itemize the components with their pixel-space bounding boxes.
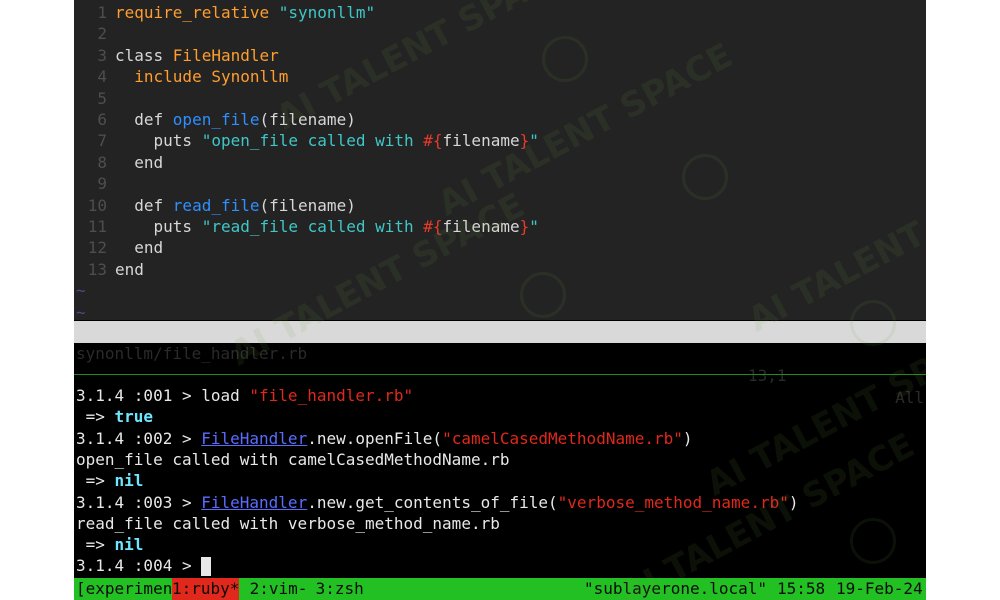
shell-line: read_file called with verbose_method_nam…	[76, 513, 500, 534]
line-number: 9	[97, 174, 107, 194]
watermark-logo-icon	[850, 300, 896, 346]
code-token: "open_file called with	[201, 131, 424, 151]
editor-line[interactable]: 4 include Synonllm	[74, 66, 288, 87]
code-token: end	[115, 259, 144, 279]
line-number: 8	[97, 152, 107, 172]
text-cursor[interactable]	[201, 557, 212, 577]
watermark-logo-icon	[682, 154, 728, 200]
empty-buffer-tilde: ~	[76, 281, 86, 301]
shell-token: 3.1.4 :004 >	[76, 556, 202, 576]
code-token: end	[115, 152, 164, 172]
code-token: read_file	[172, 195, 260, 215]
code-token: "read_file called with	[201, 217, 424, 236]
shell-token: .new.get_contents_of_file(	[307, 492, 558, 512]
tmux-date: 19-Feb-24	[836, 579, 923, 598]
shell-token: FileHandler	[201, 428, 308, 448]
shell-token: "camelCasedMethodName.rb"	[442, 428, 683, 448]
shell-token: 3.1.4 :003 >	[76, 492, 202, 512]
line-number: 5	[97, 88, 107, 108]
editor-line[interactable]: 13 end	[74, 259, 144, 280]
editor-line[interactable]: 7 puts "open_file called with #{filename…	[74, 130, 539, 151]
code-token: Synonllm	[211, 67, 289, 87]
shell-line: open_file called with camelCasedMethodNa…	[76, 449, 509, 470]
editor-line[interactable]: 8 end	[74, 152, 163, 173]
code-token: #{	[423, 131, 443, 151]
shell-token: 3.1.4 :002 >	[76, 428, 202, 448]
shell-line: 3.1.4 :002 > FileHandler.new.openFile("c…	[76, 428, 693, 449]
line-number: 6	[97, 110, 107, 129]
editor-line[interactable]: 12 end	[74, 237, 163, 258]
tmux-window-ruby[interactable]: 1:ruby*	[172, 578, 240, 600]
code-token: (filename)	[259, 195, 356, 215]
code-token: FileHandler	[172, 45, 279, 65]
pane-divider[interactable]	[74, 374, 926, 375]
line-number: 3	[97, 45, 107, 65]
tmux-window-vim[interactable]: 2:vim-	[240, 578, 308, 600]
code-token: end	[115, 238, 164, 258]
shell-token: nil	[114, 471, 144, 491]
editor-line[interactable]: 10 def read_file(filename)	[74, 195, 356, 216]
line-number: 2	[97, 24, 107, 44]
watermark-logo-icon	[850, 518, 896, 564]
tmux-window-zsh[interactable]: 3:zsh	[306, 578, 364, 600]
code-token: include	[115, 67, 212, 87]
code-token: require_relative	[115, 3, 279, 22]
editor-line[interactable]: 2	[74, 23, 115, 44]
shell-token: "file_handler.rb"	[249, 386, 414, 405]
shell-line: 3.1.4 :003 > FileHandler.new.get_content…	[76, 492, 798, 513]
line-number: 10	[87, 195, 107, 215]
shell-token: true	[114, 407, 154, 427]
shell-line: 3.1.4 :004 >	[76, 555, 212, 577]
vim-status-line: synonllm/file_handler.rb 13,1 All	[74, 321, 926, 407]
code-token: def	[115, 195, 173, 215]
line-number: 11	[87, 217, 107, 236]
code-token: def	[115, 110, 173, 129]
shell-line: => nil	[76, 470, 144, 491]
shell-token: =>	[76, 535, 115, 555]
shell-token: FileHandler	[201, 492, 308, 512]
shell-token: )	[682, 428, 693, 448]
editor-line[interactable]: 9	[74, 173, 115, 194]
watermark-logo-icon	[520, 272, 566, 318]
tmux-status-bar: [experimen 1:ruby* 2:vim- 3:zsh "sublaye…	[74, 578, 926, 600]
shell-token: nil	[114, 535, 144, 555]
shell-token: open_file called with camelCasedMethodNa…	[76, 449, 510, 469]
terminal-window[interactable]: 1 require_relative "synonllm" 2 3 class File…	[74, 0, 926, 600]
vim-status-cursor-position: 13,1	[748, 366, 787, 385]
line-number: 7	[97, 131, 107, 151]
shell-line: => true	[76, 406, 153, 427]
editor-line[interactable]: 3 class FileHandler	[74, 45, 279, 66]
code-token: class	[115, 45, 173, 65]
shell-token: .new.openFile(	[307, 428, 443, 448]
shell-token: =>	[76, 407, 115, 427]
editor-line[interactable]: 5	[74, 88, 115, 109]
empty-buffer-tilde: ~	[76, 302, 86, 322]
line-number: 4	[97, 67, 107, 87]
shell-token: 3.1.4 :001 > load	[76, 386, 250, 405]
line-number: 12	[87, 238, 107, 258]
watermark-logo-icon	[542, 36, 588, 82]
tmux-time: 15:58	[777, 579, 826, 598]
shell-token: read_file called with verbose_method_nam…	[76, 513, 500, 533]
code-token: "synonllm"	[278, 3, 376, 22]
shell-line: 3.1.4 :001 > load "file_handler.rb"	[76, 385, 413, 406]
shell-line: => nil	[76, 534, 144, 555]
line-number: 13	[87, 259, 107, 279]
tmux-session-name: [experimen	[76, 579, 173, 598]
shell-token: =>	[76, 471, 115, 491]
code-token: puts	[115, 217, 202, 236]
editor-line[interactable]: 1 require_relative "synonllm"	[74, 2, 375, 23]
line-number: 1	[97, 3, 107, 22]
code-token: open_file	[172, 110, 260, 129]
code-token: puts	[115, 131, 202, 151]
